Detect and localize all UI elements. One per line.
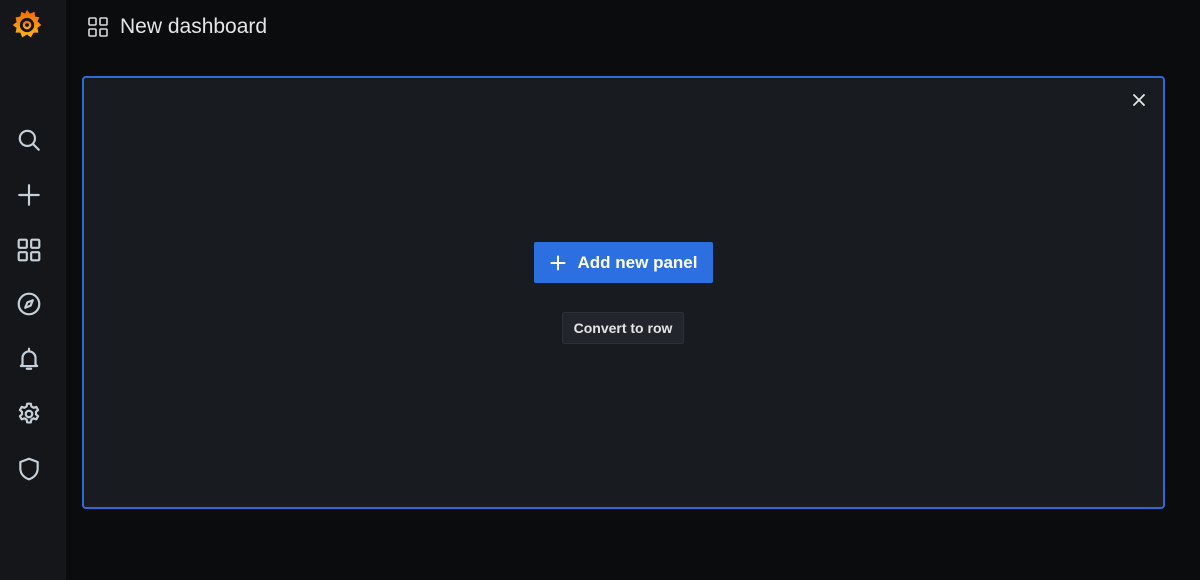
sidebar-item-alerting[interactable] [12, 342, 46, 376]
add-new-panel-button[interactable]: Add new panel [534, 242, 713, 283]
convert-to-row-label: Convert to row [573, 320, 673, 336]
empty-panel: Add new panel Convert to row [82, 76, 1165, 509]
dashboard-grid-icon [88, 17, 108, 37]
page-title[interactable]: New dashboard [120, 13, 267, 41]
convert-to-row-button[interactable]: Convert to row [562, 312, 684, 344]
sidebar-item-server-admin[interactable] [12, 452, 46, 486]
close-icon[interactable] [1131, 92, 1147, 108]
sidebar-item-search[interactable] [12, 123, 46, 157]
plus-icon [550, 255, 566, 270]
compass-icon [17, 292, 41, 316]
sidebar [0, 0, 66, 580]
sidebar-item-create[interactable] [12, 178, 46, 212]
dashboards-icon [17, 238, 41, 262]
search-icon [18, 129, 40, 151]
add-new-panel-label: Add new panel [577, 252, 698, 272]
sidebar-item-dashboards[interactable] [12, 233, 46, 267]
bell-icon [19, 347, 39, 370]
plus-icon [18, 184, 40, 206]
app-root: New dashboard Add new panel Convert to r… [0, 0, 1200, 580]
gear-icon [18, 402, 40, 424]
sidebar-item-configuration[interactable] [12, 397, 46, 431]
grafana-logo-icon[interactable] [8, 6, 46, 44]
shield-icon [19, 457, 39, 481]
sidebar-item-explore[interactable] [12, 287, 46, 321]
